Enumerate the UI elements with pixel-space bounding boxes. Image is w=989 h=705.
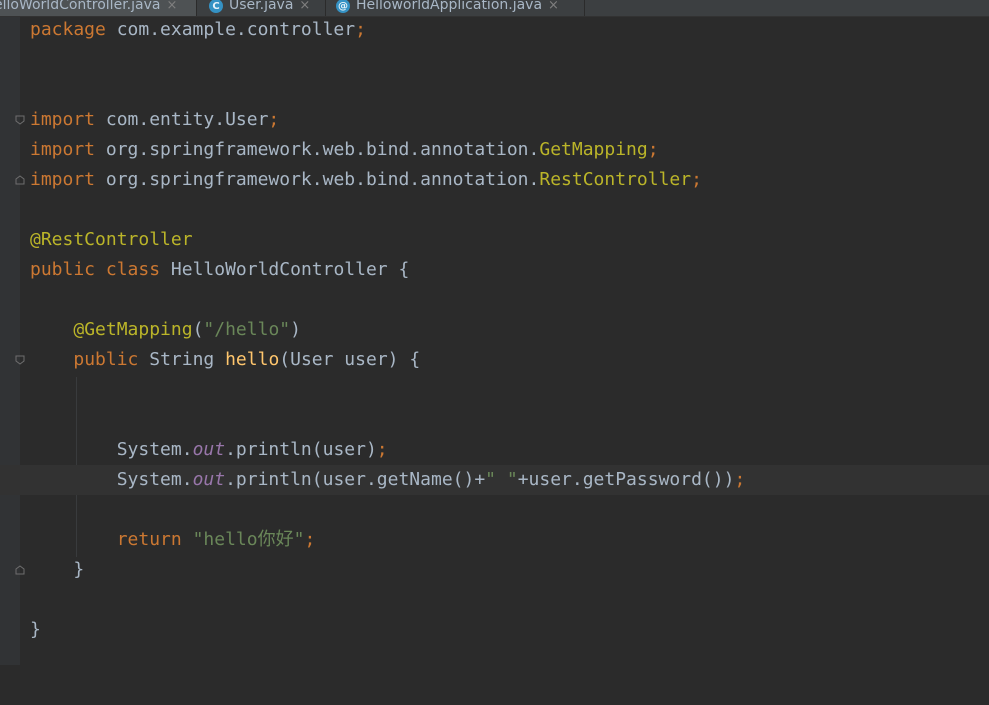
annotation: @GetMapping (73, 319, 193, 340)
annotation-class: GetMapping (539, 139, 648, 160)
code-line-current: System.out.println(user.getName()+" "+us… (0, 465, 989, 495)
close-icon[interactable]: × (548, 0, 559, 13)
fold-end-icon[interactable] (15, 175, 25, 185)
fold-start-icon[interactable] (15, 115, 25, 125)
import-path: org.springframework.web.bind.annotation. (95, 169, 540, 190)
semicolon: ; (304, 529, 316, 550)
string-literal: "/hello" (203, 319, 291, 340)
closing-brace: } (30, 559, 85, 580)
string-literal: "hello你好" (192, 529, 305, 550)
code-line: return "hello你好"; (0, 525, 989, 555)
close-icon[interactable]: × (299, 0, 310, 13)
method-name: hello (225, 349, 280, 370)
code-line: package com.example.controller; (0, 15, 989, 45)
import-path: org.springframework.web.bind.annotation. (95, 139, 540, 160)
code-line: public String hello(User user) { (0, 345, 989, 375)
keyword: import (30, 139, 96, 160)
string-literal: " " (485, 469, 518, 490)
code-line: import org.springframework.web.bind.anno… (0, 135, 989, 165)
tab-helloworldcontroller[interactable]: elloWorldController.java × (0, 0, 196, 16)
keyword: package (30, 19, 106, 40)
tab-separator (584, 0, 585, 16)
closing-brace: } (30, 619, 41, 640)
semicolon: ; (647, 139, 659, 160)
code-line: import org.springframework.web.bind.anno… (0, 165, 989, 195)
code-line: import com.entity.User; (0, 105, 989, 135)
semicolon: ; (691, 169, 702, 190)
spring-boot-app-icon: @ (336, 0, 350, 13)
class-icon: C (209, 0, 223, 13)
code-line: public class HelloWorldController { (0, 255, 989, 285)
static-field: out (192, 439, 226, 460)
class-name: HelloWorldController { (160, 259, 410, 280)
semicolon: ; (734, 469, 746, 490)
import-path: com.entity.User (95, 109, 269, 130)
fold-start-icon[interactable] (15, 355, 25, 365)
keyword: import (30, 109, 96, 130)
semicolon: ; (355, 19, 366, 40)
keyword: import (30, 169, 96, 190)
code-line: System.out.println(user); (116, 439, 388, 460)
code-line: @RestController (0, 225, 989, 255)
annotation: @RestController (30, 229, 193, 250)
tab-label: User.java (229, 0, 294, 13)
tab-label: HelloworldApplication.java (356, 0, 543, 13)
return-type: String (138, 349, 226, 370)
tab-helloworldapplication[interactable]: @ HelloworldApplication.java × (326, 0, 584, 16)
keyword: public (73, 349, 139, 370)
semicolon: ; (376, 439, 388, 460)
package-name: com.example.controller (105, 19, 356, 40)
tab-label: elloWorldController.java (0, 0, 161, 13)
semicolon: ; (268, 109, 280, 130)
keyword: return (116, 529, 182, 550)
code-line: @GetMapping("/hello") (73, 319, 301, 340)
fold-end-icon[interactable] (15, 565, 25, 575)
code-line: } (0, 615, 989, 645)
annotation-class: RestController (539, 169, 692, 190)
keyword: class (95, 259, 161, 280)
tab-user[interactable]: C User.java × (197, 0, 325, 16)
close-icon[interactable]: × (166, 0, 177, 13)
parameters: (User user) { (279, 349, 421, 370)
static-field: out (192, 469, 226, 490)
code-line: } (0, 555, 989, 585)
code-editor[interactable]: package com.example.controller; import c… (0, 17, 989, 665)
keyword: public (30, 259, 96, 280)
